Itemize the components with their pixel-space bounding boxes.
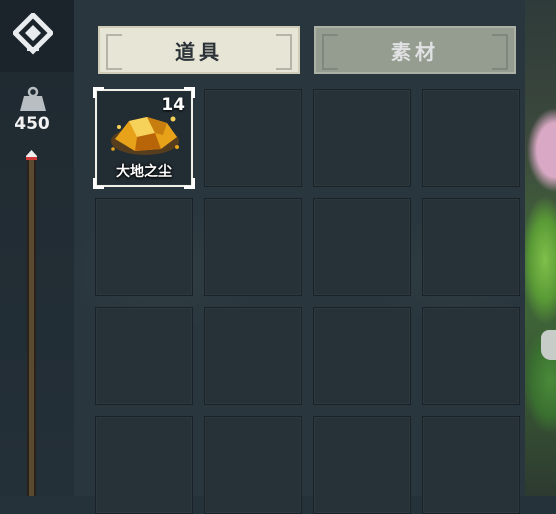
inventory-slot-empty[interactable] xyxy=(204,307,302,405)
inventory-slot-empty[interactable] xyxy=(95,416,193,514)
tab-materials-label: 素材 xyxy=(391,39,439,64)
logo-button[interactable] xyxy=(0,0,74,72)
tab-items[interactable]: 道具 xyxy=(98,26,300,74)
inventory-slot-item[interactable]: 14 大地之尘 xyxy=(93,87,195,189)
tab-items-label: 道具 xyxy=(175,39,223,64)
diamond-arrow-logo-icon xyxy=(13,13,53,55)
inventory-slot-empty[interactable] xyxy=(95,307,193,405)
tab-materials[interactable]: 素材 xyxy=(314,26,516,74)
inventory-slot-empty[interactable] xyxy=(204,198,302,296)
selection-corner xyxy=(184,87,195,98)
inventory-slot-empty[interactable] xyxy=(313,307,411,405)
inventory-slot-empty[interactable] xyxy=(204,416,302,514)
gauge-marker-icon xyxy=(26,150,37,160)
inventory-slot-empty[interactable] xyxy=(204,89,302,187)
background-rock xyxy=(541,330,556,360)
selection-corner xyxy=(93,87,104,98)
carry-capacity: 450 xyxy=(14,114,50,134)
left-rail: 450 xyxy=(0,0,74,496)
golden-dust-icon xyxy=(111,116,179,155)
tab-ornament-right xyxy=(276,34,292,70)
inventory-slot-empty[interactable] xyxy=(313,198,411,296)
inventory-slot-empty[interactable] xyxy=(313,416,411,514)
inventory-slot-empty[interactable] xyxy=(422,307,520,405)
tab-ornament-right xyxy=(492,34,508,70)
tab-ornament-left xyxy=(106,34,122,70)
inventory-slot-empty[interactable] xyxy=(422,89,520,187)
weight-icon xyxy=(20,86,46,111)
item-name: 大地之尘 xyxy=(116,164,172,180)
background-scenery xyxy=(525,0,556,496)
inventory-slot-empty[interactable] xyxy=(313,89,411,187)
tab-ornament-left xyxy=(322,34,338,70)
item-quantity: 14 xyxy=(161,95,185,115)
inventory-slot-empty[interactable] xyxy=(422,198,520,296)
inventory-slot-empty[interactable] xyxy=(422,416,520,514)
inventory-slot-empty[interactable] xyxy=(95,198,193,296)
weight-gauge-track xyxy=(27,160,36,496)
inventory-panel: 道具 素材 14 大地之尘 xyxy=(74,0,525,514)
